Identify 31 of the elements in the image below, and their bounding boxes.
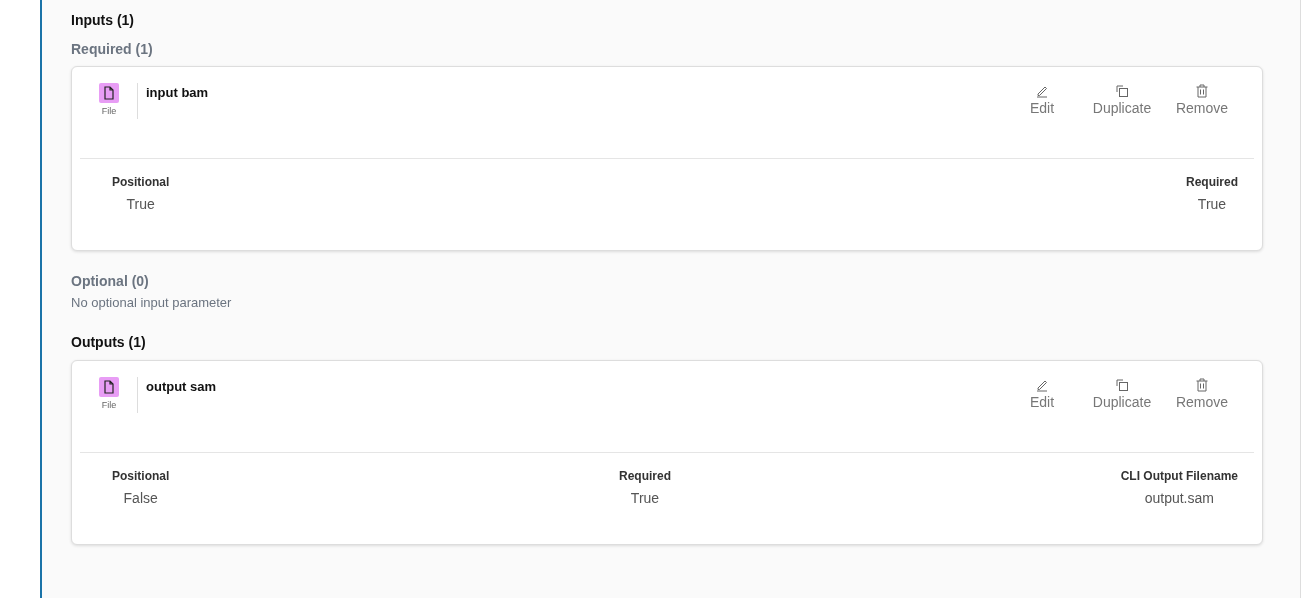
property-label: CLI Output Filename <box>1120 469 1238 483</box>
section-heading: Outputs (1) <box>71 334 147 350</box>
trash-icon <box>1194 377 1210 393</box>
property-label: Required <box>1186 175 1238 189</box>
copy-icon <box>1114 377 1130 393</box>
remove-button[interactable]: Remove <box>1162 83 1242 116</box>
duplicate-button[interactable]: Duplicate <box>1082 83 1162 116</box>
group-heading: Optional (0) <box>71 273 150 289</box>
edit-button[interactable]: Edit <box>1002 83 1082 116</box>
copy-icon <box>1114 83 1130 99</box>
edit-button[interactable]: Edit <box>1002 377 1082 410</box>
property-value: False <box>123 490 158 506</box>
property-value: output.sam <box>1144 490 1214 506</box>
remove-button[interactable]: Remove <box>1162 377 1242 410</box>
property-value: True <box>630 490 660 506</box>
property-value: True <box>1197 196 1227 212</box>
file-icon <box>99 83 119 103</box>
parameter-name: output sam <box>146 379 218 394</box>
property-label: Positional <box>112 175 170 189</box>
section-heading: Inputs (1) <box>71 12 135 28</box>
duplicate-button[interactable]: Duplicate <box>1082 377 1162 410</box>
type-label: File <box>101 400 117 410</box>
empty-message: No optional input parameter <box>71 295 233 310</box>
property-label: Positional <box>112 469 170 483</box>
property-label: Required <box>619 469 671 483</box>
group-heading: Required (1) <box>71 41 154 57</box>
property-value: True <box>126 196 155 212</box>
trash-icon <box>1194 83 1210 99</box>
file-icon <box>99 377 119 397</box>
type-label: File <box>101 106 117 116</box>
parameter-name: input bam <box>146 85 210 100</box>
